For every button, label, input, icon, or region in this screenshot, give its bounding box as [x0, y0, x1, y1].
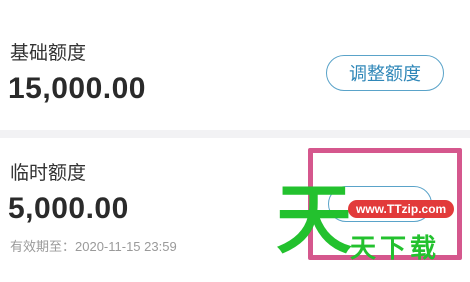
base-credit-card: 基础额度 15,000.00 调整额度 — [0, 0, 470, 130]
base-credit-label: 基础额度 — [10, 43, 87, 64]
base-credit-amount: 15,000.00 — [8, 72, 146, 105]
watermark-logo: 天 www.TTzip.com 天下载 — [276, 182, 466, 272]
adjust-credit-button[interactable]: 调整额度 — [326, 55, 444, 91]
temp-credit-expiry: 有效期至：2020-11-15 23:59 — [10, 239, 177, 254]
temp-credit-label: 临时额度 — [10, 163, 87, 184]
watermark-subtitle: 天下载 — [350, 234, 441, 264]
watermark-big-char: 天 — [276, 175, 352, 264]
temp-credit-amount: 5,000.00 — [8, 192, 129, 225]
watermark-url: www.TTzip.com — [348, 200, 455, 218]
